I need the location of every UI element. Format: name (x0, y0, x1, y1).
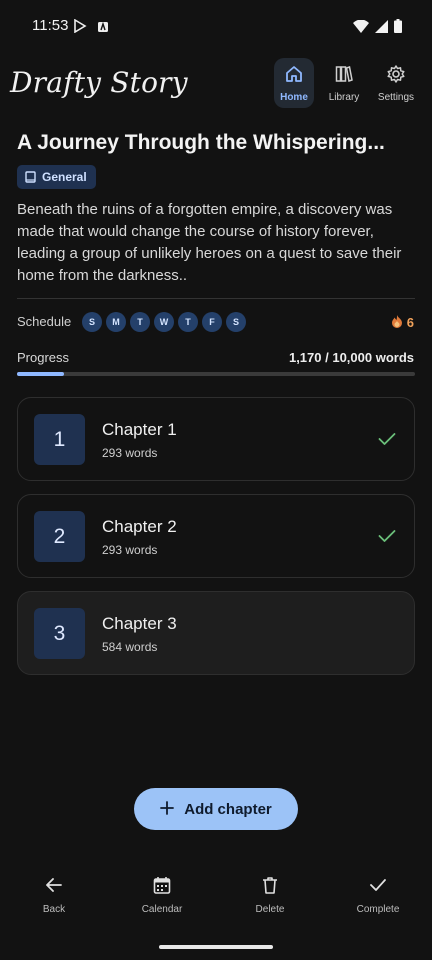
chapter-name: Chapter 2 (102, 517, 177, 536)
library-icon (334, 64, 354, 88)
nav-home[interactable]: Home (274, 58, 314, 108)
chapter-word-count: 584 words (102, 640, 158, 654)
fire-icon (391, 313, 403, 332)
play-store-icon (73, 18, 87, 37)
add-chapter-label: Add chapter (184, 800, 272, 818)
signal-icon (375, 18, 388, 37)
day-saturday[interactable]: S (226, 312, 246, 332)
complete-button[interactable]: Complete (338, 875, 418, 935)
status-bar: 11:53 (0, 0, 432, 52)
progress-label: Progress (17, 350, 70, 365)
story-description: Beneath the ruins of a forgotten empire,… (17, 201, 402, 284)
day-thursday[interactable]: T (178, 312, 198, 332)
gear-icon (386, 64, 406, 88)
complete-label: Complete (356, 904, 400, 915)
chapter-number: 1 (34, 414, 85, 465)
checkmark-icon (378, 528, 396, 547)
delete-button[interactable]: Delete (230, 875, 310, 935)
book-icon (25, 168, 36, 187)
day-wednesday[interactable]: W (154, 312, 174, 332)
calendar-label: Calendar (141, 904, 183, 915)
status-time: 11:53 (32, 17, 69, 34)
back-arrow-icon (44, 875, 64, 899)
day-friday[interactable]: F (202, 312, 222, 332)
chapter-list: 1 Chapter 1 293 words 2 Chapter 2 293 wo… (17, 397, 415, 688)
nav-library-label: Library (328, 91, 360, 103)
streak-badge: 6 (391, 313, 414, 332)
plus-icon (160, 800, 175, 819)
day-monday[interactable]: M (106, 312, 126, 332)
story-title: A Journey Through the Whispering... (17, 131, 385, 154)
genre-tag-label: General (42, 170, 87, 184)
checkmark-icon (378, 431, 396, 450)
top-navigation: Home Library Settings (274, 58, 418, 108)
schedule-days: S M T W T F S (82, 312, 246, 332)
progress-bar (17, 372, 415, 376)
chapter-word-count: 293 words (102, 543, 158, 557)
trash-icon (260, 875, 280, 899)
chapter-number: 3 (34, 608, 85, 659)
chapter-word-count: 293 words (102, 446, 158, 460)
chapter-card[interactable]: 2 Chapter 2 293 words (17, 494, 415, 578)
chapter-name: Chapter 1 (102, 420, 177, 439)
divider (17, 298, 415, 299)
delete-label: Delete (255, 904, 285, 915)
bottom-action-bar: Back Calendar Delete Complete (0, 875, 432, 935)
chapter-card[interactable]: 3 Chapter 3 584 words (17, 591, 415, 675)
streak-count: 6 (406, 315, 414, 330)
day-tuesday[interactable]: T (130, 312, 150, 332)
back-button[interactable]: Back (14, 875, 94, 935)
app-title: Drafty Story (10, 66, 188, 99)
schedule-label: Schedule (17, 314, 72, 329)
nav-home-label: Home (280, 91, 308, 103)
status-icons-left (73, 18, 109, 37)
calendar-icon (152, 875, 172, 899)
chapter-card[interactable]: 1 Chapter 1 293 words (17, 397, 415, 481)
progress-bar-fill (17, 372, 64, 376)
status-icons-right (353, 18, 402, 37)
checkmark-icon (368, 875, 388, 899)
chapter-name: Chapter 3 (102, 614, 177, 633)
nav-settings-label: Settings (377, 91, 415, 103)
chapter-number: 2 (34, 511, 85, 562)
home-indicator[interactable] (159, 945, 273, 949)
progress-count: 1,170 / 10,000 words (288, 350, 414, 365)
back-label: Back (42, 904, 66, 915)
home-icon (284, 64, 304, 88)
app-notification-icon (97, 18, 109, 37)
add-chapter-button[interactable]: Add chapter (134, 788, 298, 830)
battery-icon (394, 18, 402, 37)
nav-library[interactable]: Library (322, 58, 366, 108)
calendar-button[interactable]: Calendar (122, 875, 202, 935)
day-sunday[interactable]: S (82, 312, 102, 332)
genre-tag[interactable]: General (17, 165, 96, 189)
wifi-icon (353, 18, 369, 37)
nav-settings[interactable]: Settings (374, 58, 418, 108)
